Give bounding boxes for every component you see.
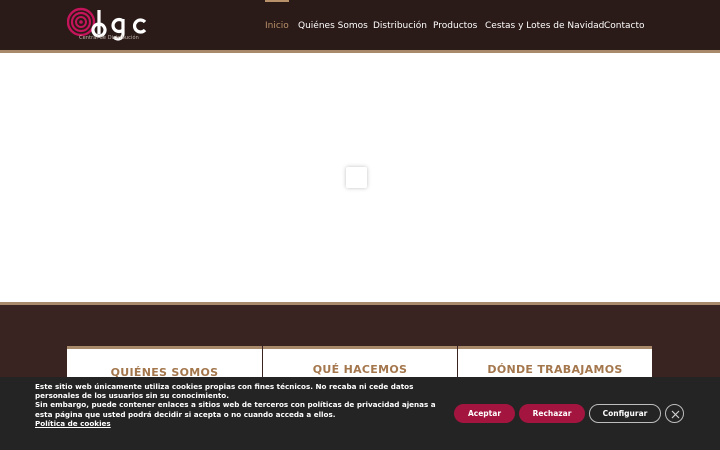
logo-tagline: Central de Distribución	[79, 35, 139, 41]
nav-item-quienes-somos[interactable]: Quiénes Somos	[298, 0, 368, 50]
nav-item-distribucion[interactable]: Distribución	[373, 0, 427, 50]
card-title: QUÉ HACEMOS	[312, 363, 408, 376]
configure-cookies-button[interactable]: Configurar	[589, 404, 661, 423]
close-cookie-banner-button[interactable]	[665, 404, 684, 423]
nav-item-inicio[interactable]: Inicio	[265, 0, 289, 50]
section-divider	[0, 302, 720, 305]
cookie-text-line2: Sin embargo, puede contener enlaces a si…	[35, 400, 436, 419]
nav-item-productos[interactable]: Productos	[433, 0, 477, 50]
slider-loader	[346, 167, 367, 188]
close-icon	[671, 410, 680, 419]
cookie-message: Este sitio web únicamente utiliza cookie…	[35, 382, 445, 428]
cookie-text-line1: Este sitio web únicamente utiliza cookie…	[35, 382, 414, 401]
nav-item-cestas-lotes[interactable]: Cestas y Lotes de Navidad	[485, 0, 604, 50]
nav-item-contacto[interactable]: Contacto	[604, 0, 645, 50]
reject-cookies-button[interactable]: Rechazar	[519, 404, 585, 423]
cookie-policy-link[interactable]: Política de cookies	[35, 419, 445, 428]
card-title: DÓNDE TRABAJAMOS	[487, 363, 623, 376]
accept-cookies-button[interactable]: Aceptar	[454, 404, 515, 423]
